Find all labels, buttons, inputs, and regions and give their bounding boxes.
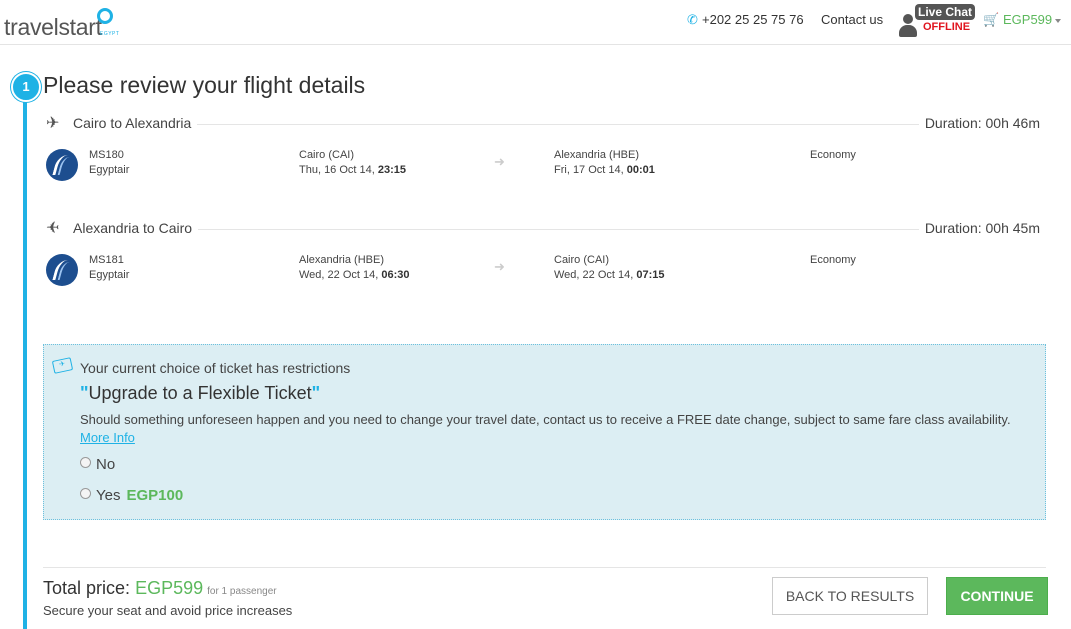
arrow-right-icon: ➜	[494, 259, 505, 274]
cabin-class: Economy	[810, 254, 856, 266]
radio-icon[interactable]	[80, 457, 91, 468]
arrow-right-icon: ➜	[494, 154, 505, 169]
cart-amount: EGP599	[1003, 12, 1053, 27]
step-number-badge: 1	[11, 72, 41, 102]
ticket-icon: ✈	[51, 357, 74, 374]
departure-datetime: Thu, 16 Oct 14, 23:15	[299, 164, 407, 176]
cabin-class: Economy	[810, 149, 856, 161]
person-icon	[899, 14, 917, 38]
logo-text: travelstart	[4, 14, 102, 40]
route-label: Cairo to Alexandria	[73, 115, 198, 131]
departure-datetime: Wed, 22 Oct 14, 06:30	[299, 269, 410, 281]
divider	[196, 229, 924, 230]
chevron-down-icon	[1055, 18, 1062, 23]
departure-airport: Cairo (CAI)	[299, 149, 355, 161]
phone-number: ✆ +202 25 25 75 76	[687, 12, 804, 28]
egyptair-logo-icon	[46, 254, 78, 286]
logo-ring-icon	[97, 8, 113, 24]
live-chat-status: OFFLINE	[923, 21, 971, 33]
upgrade-description: Should something unforeseen happen and y…	[80, 412, 1011, 427]
live-chat-label: Live Chat	[915, 4, 976, 20]
total-amount: EGP599	[135, 578, 204, 598]
total-price: Total price: EGP599 for 1 passenger	[43, 578, 277, 599]
divider	[43, 567, 1046, 568]
plane-arrival-icon: ✈	[46, 220, 60, 237]
cart-icon: 🛒	[983, 12, 1000, 27]
radio-icon[interactable]	[80, 488, 91, 499]
secure-seat-note: Secure your seat and avoid price increas…	[43, 603, 293, 618]
divider	[196, 124, 924, 125]
option-no-radio[interactable]: No	[80, 456, 115, 473]
restriction-notice: Your current choice of ticket has restri…	[80, 360, 351, 376]
logo-subtitle: EGYPT	[100, 31, 120, 37]
option-yes-label: Yes	[96, 487, 121, 504]
flight-segment: MS180 Egyptair Cairo (CAI) Thu, 16 Oct 1…	[46, 149, 1046, 183]
flight-duration: Duration: 00h 45m	[918, 220, 1040, 236]
flight-duration: Duration: 00h 46m	[918, 115, 1040, 131]
upgrade-title: "Upgrade to a Flexible Ticket"	[80, 383, 321, 403]
route-header-outbound: ✈ Cairo to Alexandria Duration: 00h 46m	[46, 115, 1044, 132]
page-title: Please review your flight details	[43, 72, 366, 98]
route-label: Alexandria to Cairo	[73, 220, 199, 236]
departure-airport: Alexandria (HBE)	[299, 254, 384, 266]
passenger-count: for 1 passenger	[207, 586, 277, 597]
carrier-name: Egyptair	[89, 164, 130, 176]
total-label: Total price:	[43, 578, 131, 598]
back-to-results-button[interactable]: BACK TO RESULTS	[772, 577, 928, 615]
flight-segment: MS181 Egyptair Alexandria (HBE) Wed, 22 …	[46, 254, 1046, 288]
flexible-ticket-panel: ✈ Your current choice of ticket has rest…	[43, 344, 1046, 520]
live-chat-widget[interactable]: Live Chat OFFLINE	[899, 4, 976, 40]
option-no-label: No	[96, 456, 116, 473]
phone-icon: ✆	[687, 12, 698, 27]
arrival-airport: Alexandria (HBE)	[554, 149, 639, 161]
step-rail	[23, 84, 27, 629]
flight-number: MS180	[89, 149, 124, 161]
egyptair-logo-icon	[46, 149, 78, 181]
phone-text: +202 25 25 75 76	[702, 12, 804, 27]
cart-dropdown[interactable]: 🛒 EGP599	[983, 12, 1062, 28]
arrival-airport: Cairo (CAI)	[554, 254, 610, 266]
more-info-link[interactable]: More Info	[80, 430, 135, 445]
arrival-datetime: Wed, 22 Oct 14, 07:15	[554, 269, 665, 281]
plane-departure-icon: ✈	[46, 115, 60, 132]
contact-us-link[interactable]: Contact us	[821, 12, 883, 27]
route-header-return: ✈ Alexandria to Cairo Duration: 00h 45m	[46, 220, 1044, 237]
arrival-datetime: Fri, 17 Oct 14, 00:01	[554, 164, 655, 176]
carrier-name: Egyptair	[89, 269, 130, 281]
option-yes-radio[interactable]: Yes EGP100	[80, 487, 183, 504]
flight-number: MS181	[89, 254, 124, 266]
top-header: travelstart EGYPT ✆ +202 25 25 75 76 Cont…	[0, 0, 1071, 45]
continue-button[interactable]: CONTINUE	[946, 577, 1048, 615]
option-yes-price: EGP100	[126, 487, 184, 504]
